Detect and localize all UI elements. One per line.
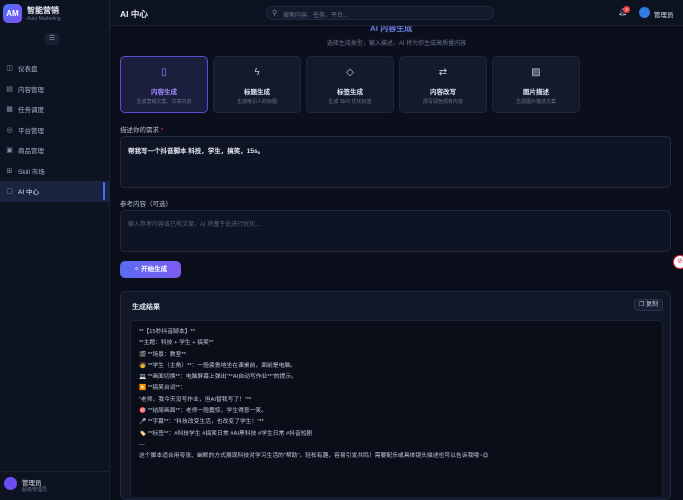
generate-label: 开始生成	[141, 266, 168, 273]
result-line: 🎯 **结尾画面**：老师一脸震惊，学生得意一笑。	[139, 408, 267, 415]
result-line: **【15秒抖音脚本】**	[139, 329, 196, 335]
tag-icon: ◇	[346, 67, 354, 78]
result-line: ▶️ **搞笑台词**：	[139, 385, 186, 392]
reference-textarea[interactable]: 输入参考内容或已有文案，AI 将基于此进行优化...	[120, 210, 671, 252]
copy-label: 复制	[646, 302, 659, 308]
description-value: 帮我写一个抖音脚本 科技，学生，搞笑，15s。	[128, 148, 265, 155]
document-icon: ▯	[161, 67, 167, 78]
sidebar-item-label: 内容管理	[18, 86, 44, 94]
result-line: 💻 **画面切换**：电脑屏幕上弹出“**AI自动写作业**”的提示。	[139, 374, 297, 381]
result-line: 🎬 **场景：教室**	[139, 351, 186, 358]
sidebar-item-label: AI 中心	[18, 189, 39, 197]
sidebar-item-ai-center[interactable]: ▢ AI 中心	[0, 181, 110, 202]
card-title-generation[interactable]: ϟ 标题生成 生成吸引人的标题	[213, 56, 301, 113]
result-line: “老师，我今天没写作业，但AI替我写了！”**	[139, 396, 252, 403]
result-title: 生成结果	[132, 304, 160, 311]
brand-subtitle: Auto Marketing	[27, 16, 61, 22]
desc-label-text: 描述你的需求	[120, 127, 159, 134]
generate-button[interactable]: ✧ 开始生成	[120, 261, 181, 278]
image-icon: ▨	[531, 67, 541, 78]
result-body[interactable]: **【15秒抖音脚本】** **主题：科技 + 学生 + 搞笑** 🎬 **场景…	[130, 320, 663, 498]
top-user-name[interactable]: 管理员	[654, 9, 674, 19]
sidebar-item-label: 仪表盘	[18, 66, 38, 74]
ai-icon: ▢	[6, 188, 13, 196]
card-desc: 生成吸引人的标题	[236, 99, 277, 105]
page-title: AI 中心	[120, 9, 148, 19]
brand-logo: AM	[3, 4, 22, 23]
required-mark: *	[160, 127, 164, 134]
generation-type-cards: ▯ 内容生成 生成营销文案、文章内容 ϟ 标题生成 生成吸引人的标题 ◇ 标签生…	[120, 56, 670, 113]
topbar: AI 中心 ⚲ 搜索内容、任务、平台... 🔔︎ 3 管理员	[110, 0, 683, 26]
document-icon: ▤	[6, 85, 13, 93]
result-line: 🎤 **字幕**：“科技改变生活，也改变了学生！”**	[139, 419, 264, 426]
grid-icon: ⊞	[6, 167, 13, 175]
sidebar-item-dashboard[interactable]: ◫ 仪表盘	[0, 58, 110, 79]
card-title: 标签生成	[337, 89, 363, 96]
sidebar-item-label: 任务调度	[18, 107, 44, 115]
sparkle-icon: ✧	[133, 266, 140, 273]
result-panel: 生成结果 ❐ 复制 **【15秒抖音脚本】** **主题：科技 + 学生 + 搞…	[120, 291, 671, 500]
swap-icon: ⇄	[438, 67, 448, 78]
menu-icon[interactable]: ☰	[45, 33, 59, 45]
reference-placeholder: 输入参考内容或已有文案，AI 将基于此进行优化...	[128, 222, 261, 228]
copy-button[interactable]: ❐ 复制	[634, 299, 663, 311]
description-textarea[interactable]: 帮我写一个抖音脚本 科技，学生，搞笑，15s。	[120, 136, 671, 188]
sidebar-item-platforms[interactable]: ◎ 平台管理	[0, 120, 110, 141]
notification-badge: 3	[623, 6, 630, 13]
sidebar-item-products[interactable]: ▣ 商品管理	[0, 140, 110, 161]
card-title: 内容改写	[430, 89, 456, 96]
card-desc: 生成营销文案、文章内容	[136, 99, 192, 105]
card-content-rewrite[interactable]: ⇄ 内容改写 改写润色现有内容	[399, 56, 487, 113]
card-tag-generation[interactable]: ◇ 标签生成 生成 SEO 优化标签	[306, 56, 394, 113]
card-image-description[interactable]: ▨ 图片描述 生成图片描述文案	[492, 56, 580, 113]
result-line: 这个脚本适合用夸张、幽默的方式展现科技对学习生活的“帮助”，轻松有趣，容易引发共…	[139, 453, 489, 460]
sidebar-user[interactable]: 管理员 超级管理员	[0, 471, 110, 500]
result-line: 🏷️ **标签**：#科技学生 #搞笑日常 #AI黑科技 #学生日常 #抖音短剧	[139, 430, 313, 437]
hero-subtitle: 选择生成类型，输入描述，AI 将为你生成高质量内容	[326, 41, 467, 47]
card-title: 图片描述	[523, 89, 549, 96]
copy-icon: ❐	[638, 302, 645, 308]
result-line: **主题：科技 + 学生 + 搞笑**	[139, 340, 214, 347]
avatar	[4, 477, 17, 490]
box-icon: ▣	[6, 147, 13, 155]
avatar[interactable]	[639, 7, 650, 18]
card-title: 内容生成	[151, 89, 177, 96]
calendar-icon: ▦	[6, 106, 13, 114]
lightning-icon: ϟ	[254, 67, 260, 78]
sidebar-item-label: 平台管理	[18, 127, 44, 135]
sidebar: AM 智能营销 Auto Marketing ☰ ◫ 仪表盘 ▤ 内容管理 ▦ 任务调…	[0, 0, 110, 500]
card-content-generation[interactable]: ▯ 内容生成 生成营销文案、文章内容	[120, 56, 208, 113]
search-input[interactable]: ⚲ 搜索内容、任务、平台...	[266, 6, 494, 20]
hero-title: AI 内容生成	[370, 26, 413, 33]
card-desc: 生成图片描述文案	[515, 99, 556, 105]
sidebar-item-label: Skill 市场	[18, 168, 45, 176]
search-placeholder: 搜索内容、任务、平台...	[283, 13, 349, 19]
card-title: 标题生成	[244, 89, 270, 96]
result-line: 🧑 **学生（主角）**：一脸疲惫地坐在课桌前，面前是电脑。	[139, 362, 296, 369]
ref-label: 参考内容（可选）	[120, 201, 172, 208]
user-role: 超级管理员	[22, 487, 48, 493]
card-desc: 改写润色现有内容	[422, 99, 463, 105]
result-line: ---	[139, 441, 145, 448]
sidebar-item-tasks[interactable]: ▦ 任务调度	[0, 99, 110, 120]
brand-name: 智能营销	[27, 6, 59, 15]
sidebar-nav: ◫ 仪表盘 ▤ 内容管理 ▦ 任务调度 ◎ 平台管理 ▣ 商品管理 ⊞ Skill 市场 ▢…	[0, 58, 110, 202]
search-icon: ⚲	[272, 10, 278, 17]
sidebar-item-label: 商品管理	[18, 148, 44, 156]
desc-label: 描述你的需求 *	[120, 124, 163, 134]
brand[interactable]: AM 智能营销 Auto Marketing	[3, 4, 108, 26]
sidebar-item-content[interactable]: ▤ 内容管理	[0, 79, 110, 100]
dashboard-icon: ◫	[6, 65, 13, 73]
main-content: AI 内容生成 选择生成类型，输入描述，AI 将为你生成高质量内容 ▯ 内容生成…	[110, 26, 683, 500]
card-desc: 生成 SEO 优化标签	[328, 99, 372, 105]
globe-icon: ◎	[6, 126, 13, 134]
sidebar-item-skills[interactable]: ⊞ Skill 市场	[0, 161, 110, 182]
floating-action-icon[interactable]: ⊘	[673, 255, 683, 269]
